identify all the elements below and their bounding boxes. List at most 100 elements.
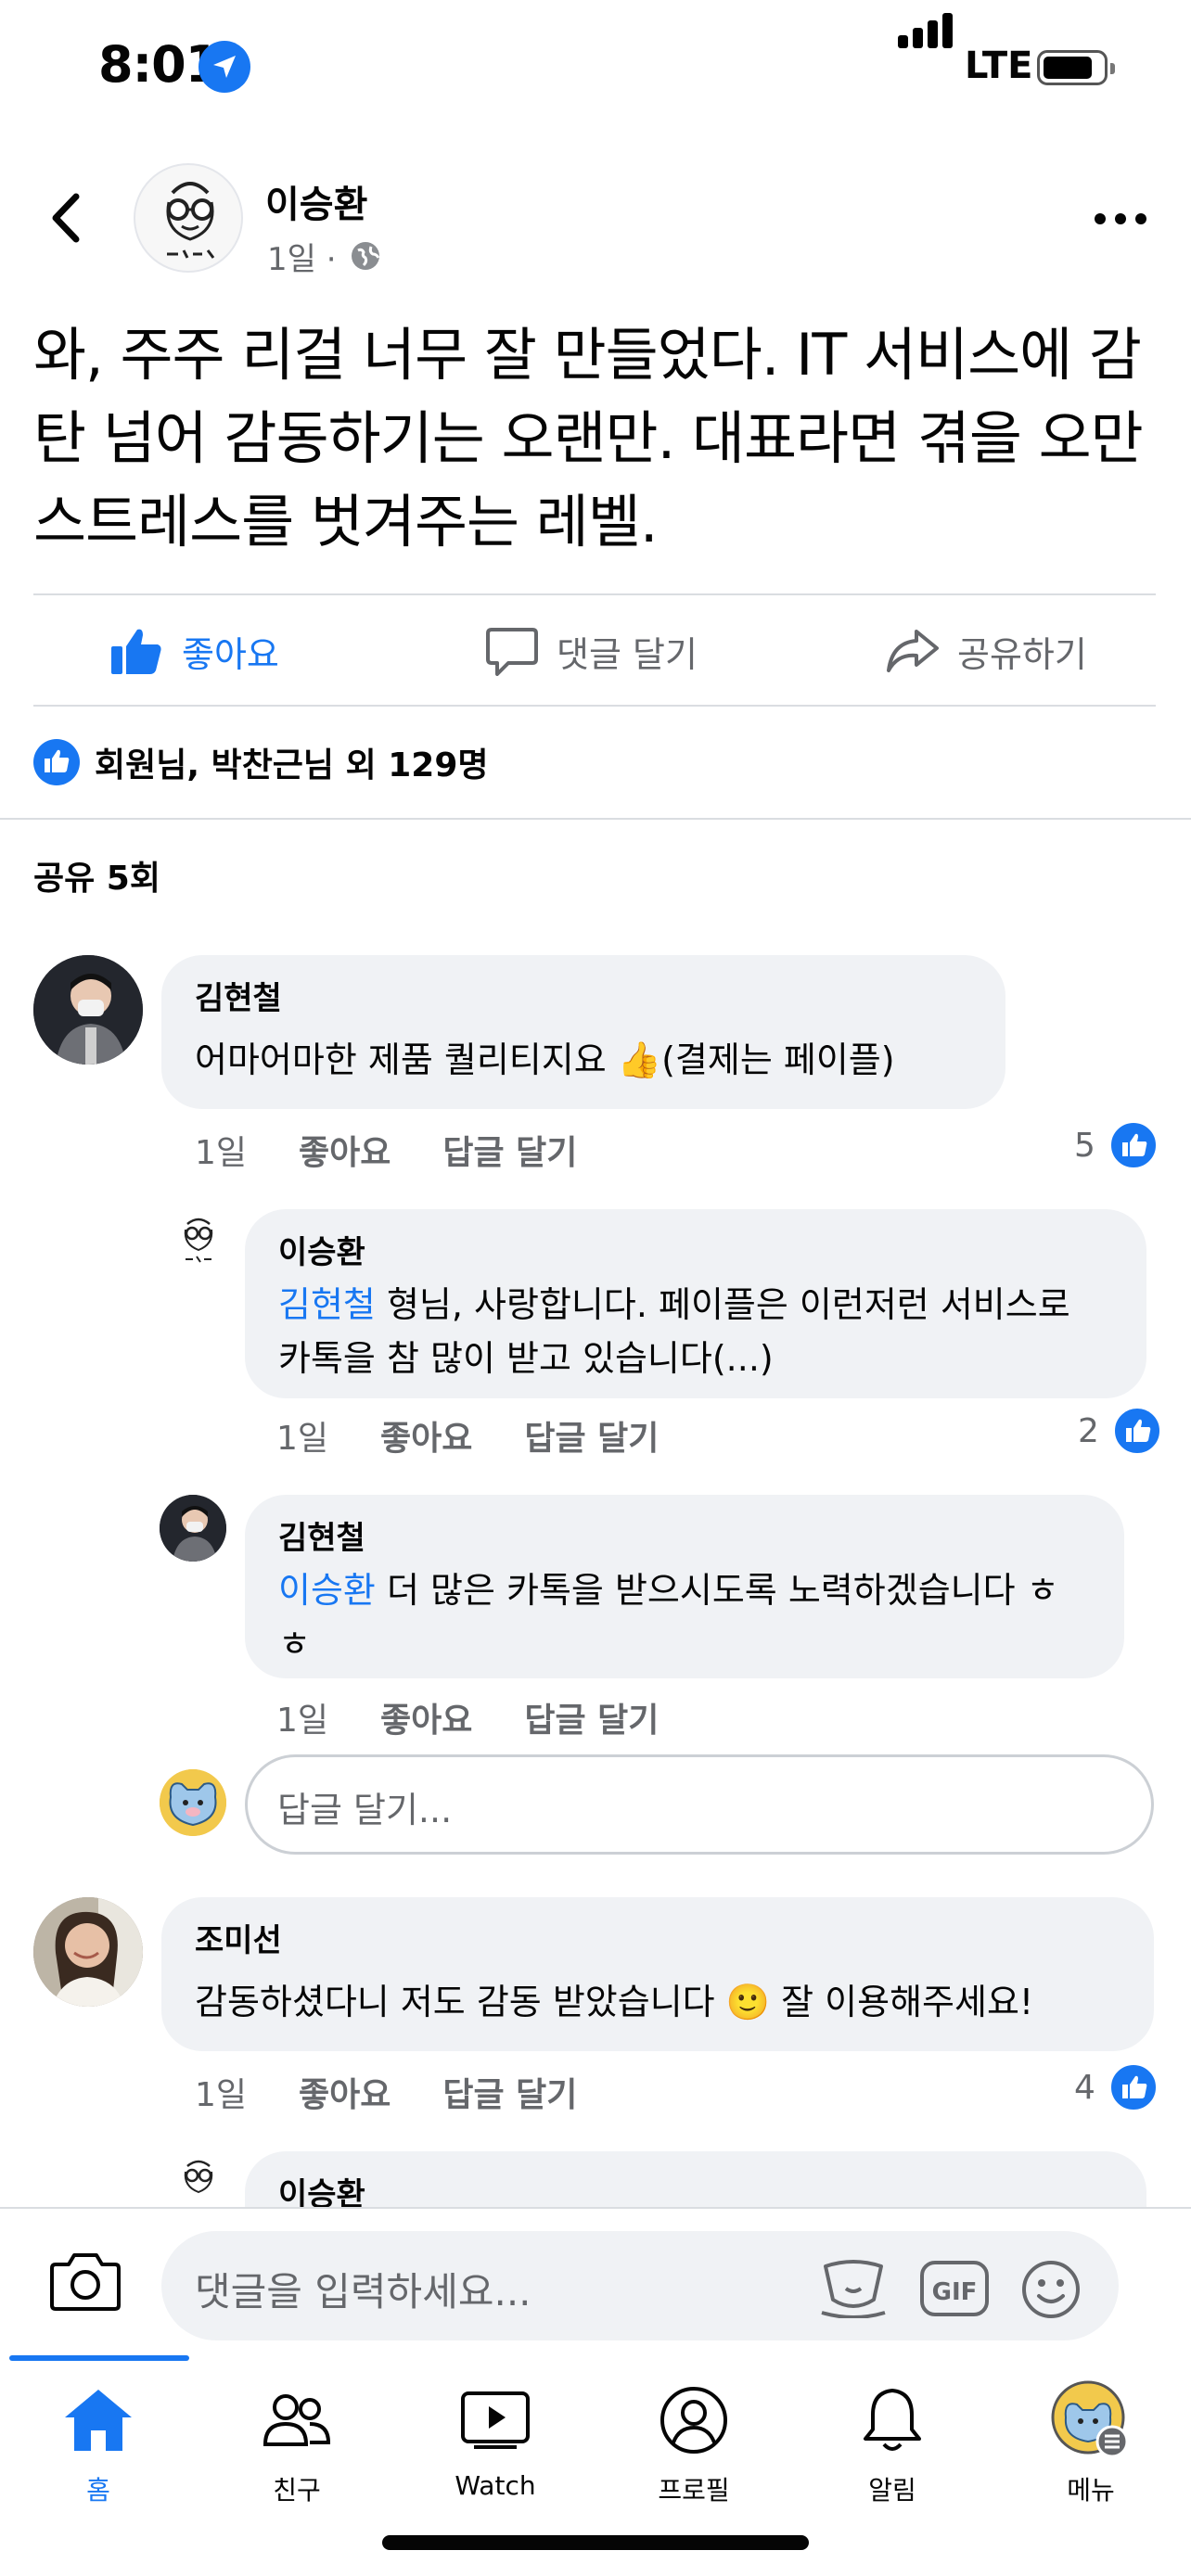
tab-menu[interactable]: 메뉴	[998, 2374, 1184, 2513]
like-label: 좋아요	[182, 633, 279, 675]
commenter-avatar[interactable]	[33, 955, 143, 1065]
svg-text:GIF: GIF	[932, 2278, 978, 2306]
tab-label: Watch	[455, 2470, 536, 2501]
share-icon	[887, 630, 939, 672]
tab-label: 친구	[273, 2475, 321, 2506]
reply-bubble: 김현철 이승환 더 많은 카톡을 받으시도록 노력하겠습니다 ㅎㅎ	[245, 1495, 1124, 1678]
comment-input[interactable]: 댓글을 입력하세요... GIF	[161, 2231, 1119, 2340]
post-author-name[interactable]: 이승환	[265, 174, 367, 228]
location-arrow-icon	[198, 41, 250, 93]
reply-avatar[interactable]	[171, 1211, 226, 1267]
tab-label: 메뉴	[1067, 2475, 1115, 2506]
comment-like-button[interactable]: 좋아요	[299, 1126, 391, 1174]
camera-icon[interactable]	[50, 2251, 121, 2315]
reply-reply-button[interactable]: 답글 달기	[524, 1411, 659, 1460]
back-button[interactable]	[39, 185, 95, 250]
comment-like-count[interactable]: 5	[1074, 1120, 1159, 1170]
comment-text: 감동하셨다니 저도 감동 받았습니다 🙂 잘 이용해주세요!	[195, 1982, 1034, 2022]
status-bar: 8:01 LTE	[0, 0, 1191, 139]
comment-text: 어마어마한 제품 퀄리티지요 👍(결제는 페이플)	[195, 1039, 895, 1080]
comment-time: 1일	[195, 1134, 248, 1172]
tab-label: 홈	[86, 2475, 110, 2506]
reply-meta: 1일 좋아요 답글 달기	[276, 1411, 659, 1460]
divider	[0, 818, 1191, 820]
sticker-icon[interactable]	[818, 2257, 889, 2322]
mention-link[interactable]: 이승환	[278, 1570, 376, 1611]
share-label: 공유하기	[957, 633, 1087, 675]
comment-reply-button[interactable]: 답글 달기	[442, 1126, 577, 1174]
reply-avatar[interactable]	[171, 2153, 226, 2209]
home-icon	[65, 2390, 132, 2451]
emoji-icon[interactable]	[1020, 2259, 1082, 2324]
comment-icon	[486, 628, 538, 676]
profile-icon	[660, 2387, 727, 2454]
reply-input[interactable]: 답글 달기...	[245, 1754, 1154, 1855]
comment-author[interactable]: 조미선	[195, 1919, 1121, 1962]
battery-icon	[1037, 50, 1115, 85]
comment-button[interactable]: 댓글 달기	[486, 597, 698, 705]
comment-like-count[interactable]: 4	[1074, 2062, 1159, 2112]
share-button[interactable]: 공유하기	[887, 597, 1087, 705]
like-count-number: 5	[1074, 1126, 1095, 1165]
comment-reply-button[interactable]: 답글 달기	[442, 2068, 577, 2116]
more-options-button[interactable]	[1095, 206, 1150, 234]
post-actions: 좋아요 댓글 달기 공유하기	[0, 597, 1191, 705]
commenter-avatar[interactable]	[33, 1897, 143, 2007]
like-count-number: 4	[1074, 2068, 1095, 2107]
network-label: LTE	[965, 45, 1033, 87]
reply-meta: 1일 좋아요 답글 달기	[276, 1693, 659, 1741]
author-avatar[interactable]	[134, 163, 243, 273]
comment-meta: 1일 좋아요 답글 달기	[195, 1126, 577, 1174]
post-time: 1일 ·	[267, 241, 337, 278]
reply-text: 형님, 사랑합니다. 페이플은 이런저런 서비스로 카톡을 참 많이 받고 있습…	[278, 1284, 1070, 1379]
reply-like-button[interactable]: 좋아요	[380, 1411, 472, 1460]
like-reaction-icon	[1108, 2062, 1159, 2112]
reply-like-count[interactable]: 2	[1078, 1406, 1162, 1456]
comment-composer: 댓글을 입력하세요... GIF	[0, 2207, 1191, 2355]
reply-avatar[interactable]	[160, 1495, 226, 1562]
reactions-text: 회원님, 박찬근님 외 129명	[95, 746, 489, 784]
tab-friends[interactable]: 친구	[204, 2374, 390, 2513]
watch-icon	[461, 2391, 530, 2449]
tab-label: 알림	[868, 2475, 916, 2506]
gif-button[interactable]: GIF	[920, 2261, 989, 2320]
comment-label: 댓글 달기	[557, 633, 698, 675]
comment-input-placeholder: 댓글을 입력하세요...	[195, 2269, 531, 2315]
divider	[33, 705, 1156, 707]
bell-icon	[864, 2389, 921, 2451]
comment-like-button[interactable]: 좋아요	[299, 2068, 391, 2116]
globe-icon	[349, 239, 382, 276]
tab-profile[interactable]: 프로필	[601, 2374, 787, 2513]
reply-author[interactable]: 김현철	[278, 1517, 1091, 1560]
menu-icon	[1051, 2380, 1129, 2458]
reply-time: 1일	[276, 1420, 329, 1458]
comment-time: 1일	[195, 2076, 248, 2114]
reply-time: 1일	[276, 1702, 329, 1740]
reply-like-button[interactable]: 좋아요	[380, 1693, 472, 1741]
like-button[interactable]: 좋아요	[109, 597, 279, 705]
active-tab-indicator	[9, 2355, 189, 2361]
tab-label: 프로필	[658, 2475, 730, 2506]
reply-text: 더 많은 카톡을 받으시도록 노력하겠습니다 ㅎㅎ	[278, 1570, 1059, 1664]
like-reaction-icon	[1111, 1406, 1162, 1456]
friends-icon	[263, 2394, 331, 2446]
tab-home[interactable]: 홈	[6, 2374, 191, 2513]
like-reaction-icon	[33, 739, 80, 785]
like-reaction-icon	[1108, 1120, 1159, 1170]
my-avatar	[160, 1769, 226, 1836]
share-count[interactable]: 공유 5회	[33, 851, 160, 899]
comment-bubble: 조미선 감동하셨다니 저도 감동 받았습니다 🙂 잘 이용해주세요!	[161, 1897, 1154, 2051]
comment-author[interactable]: 김현철	[195, 977, 972, 1020]
mention-link[interactable]: 김현철	[278, 1284, 376, 1325]
reply-author[interactable]: 이승환	[278, 1231, 1113, 1274]
like-count-number: 2	[1078, 1411, 1099, 1450]
post-text: 와, 주주 리걸 너무 잘 만들었다. IT 서비스에 감탄 넘어 감동하기는 …	[33, 321, 1144, 555]
comment-bubble: 김현철 어마어마한 제품 퀄리티지요 👍(결제는 페이플)	[161, 955, 1005, 1109]
reactions-summary[interactable]: 회원님, 박찬근님 외 129명	[33, 738, 489, 786]
comment-meta: 1일 좋아요 답글 달기	[195, 2068, 577, 2116]
reply-bubble: 이승환 김현철 형님, 사랑합니다. 페이플은 이런저런 서비스로 카톡을 참 …	[245, 1209, 1146, 1398]
tab-notifications[interactable]: 알림	[800, 2374, 985, 2513]
home-indicator	[382, 2535, 809, 2550]
tab-watch[interactable]: Watch	[403, 2374, 588, 2513]
reply-reply-button[interactable]: 답글 달기	[524, 1693, 659, 1741]
